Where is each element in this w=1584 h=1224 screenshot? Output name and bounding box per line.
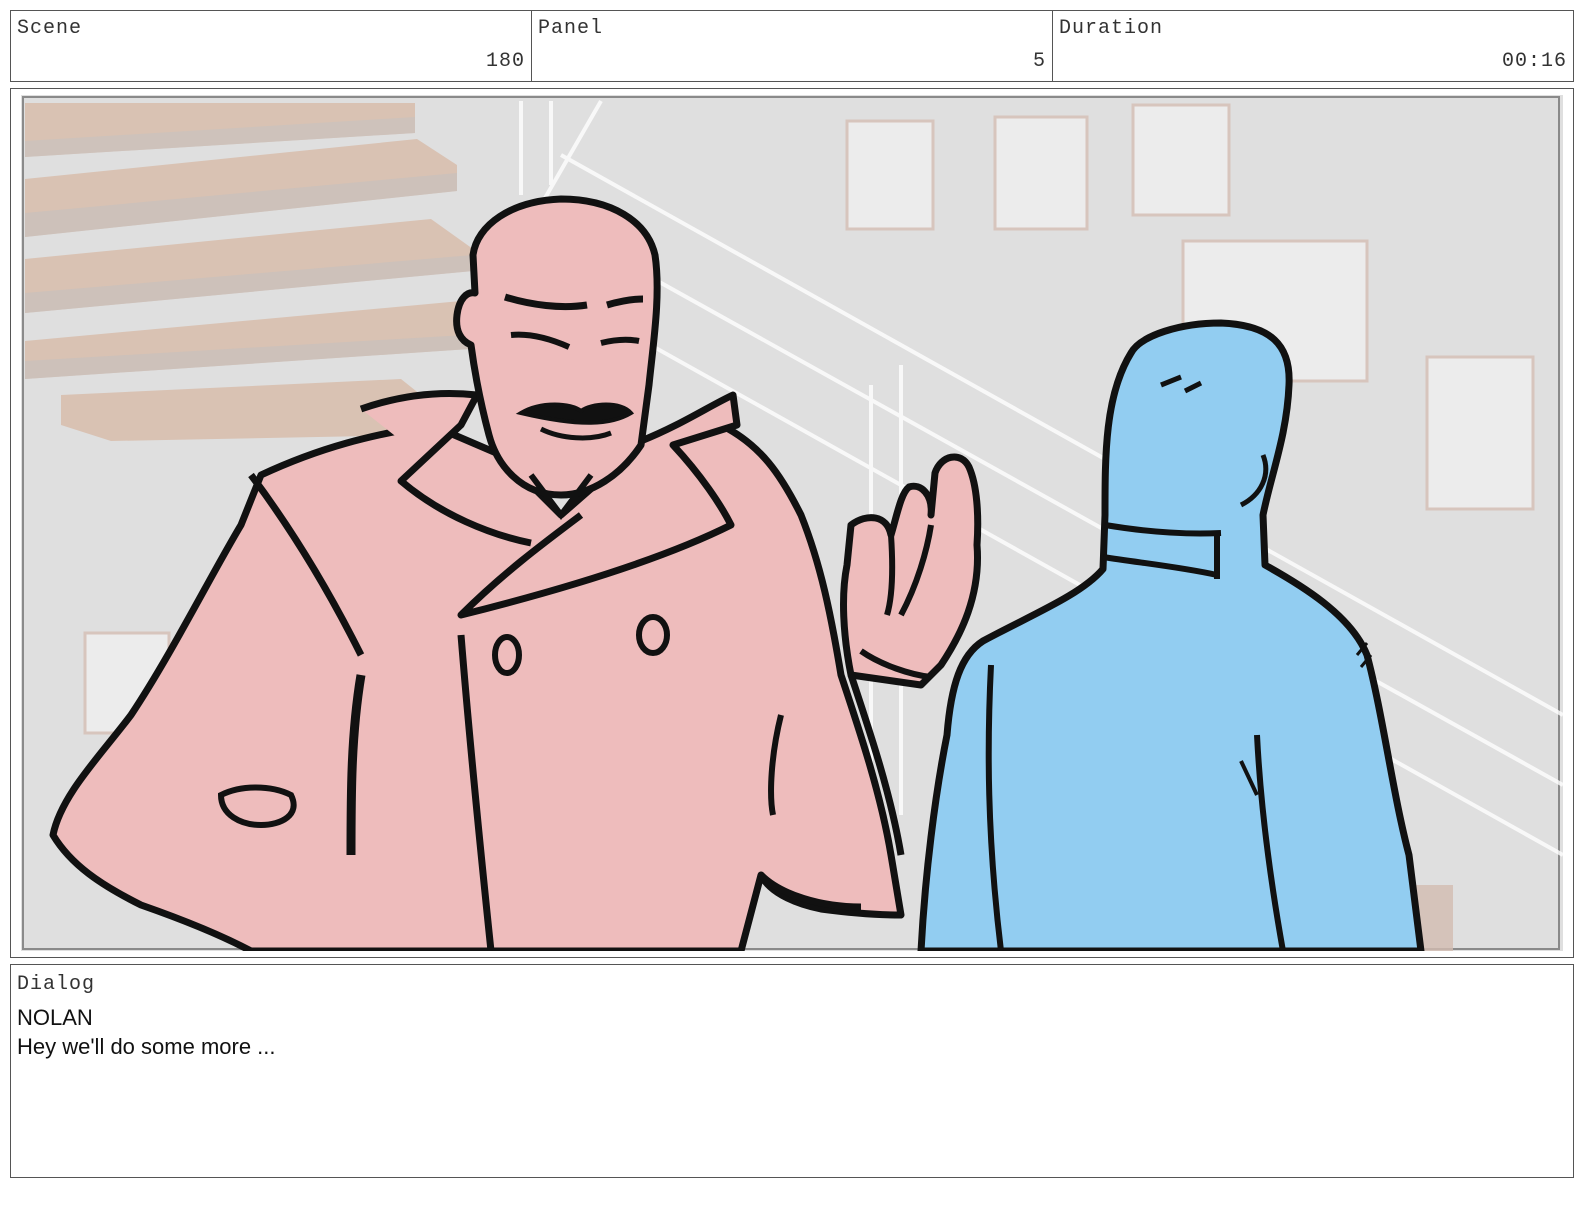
duration-value: 00:16 — [1501, 50, 1567, 73]
duration-cell: Duration 00:16 — [1053, 11, 1573, 81]
panel-label: Panel — [538, 17, 604, 40]
panel-cell: Panel 5 — [532, 11, 1053, 81]
panel-header: Scene 180 Panel 5 Duration 00:16 — [10, 10, 1574, 82]
dialog-speaker: NOLAN — [17, 1005, 93, 1030]
panel-illustration — [21, 95, 1563, 951]
storyboard-sketch — [21, 95, 1563, 951]
scene-label: Scene — [17, 17, 83, 40]
scene-number: 180 — [485, 50, 525, 73]
scene-cell: Scene 180 — [11, 11, 532, 81]
dialog-line: Hey we'll do some more ... — [17, 1034, 276, 1059]
dialog-label: Dialog — [17, 973, 96, 996]
storyboard-frame — [10, 88, 1574, 958]
panel-number: 5 — [1032, 50, 1046, 73]
dialog-box: Dialog NOLAN Hey we'll do some more ... — [10, 964, 1574, 1178]
duration-label: Duration — [1059, 17, 1164, 40]
